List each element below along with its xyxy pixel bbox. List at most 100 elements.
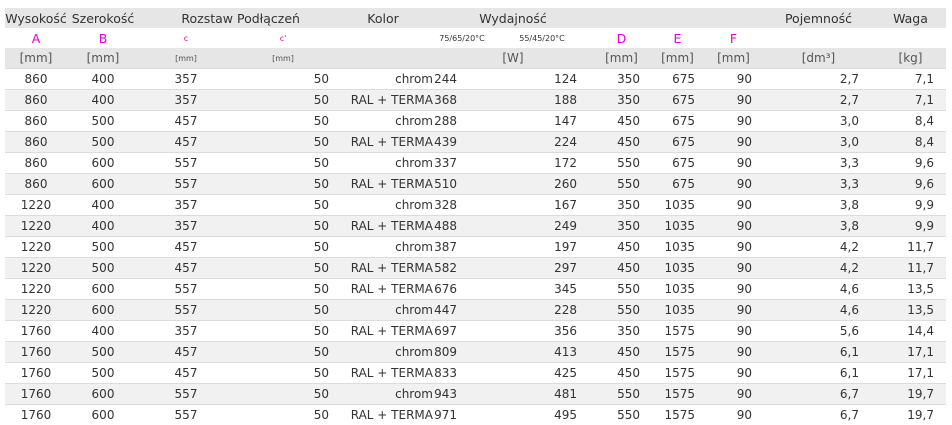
cell-pojemnosc: 3,0 [762,111,875,132]
cell-w-55: 167 [491,195,593,216]
cell-pojemnosc: 3,8 [762,195,875,216]
cell-b: 600 [67,405,139,425]
cell-w-75: 833 [433,363,491,384]
cell-waga: 9,6 [875,174,946,195]
cell-e: 675 [650,174,705,195]
table-row: 86050045750RAL + TERMA439224450675903,08… [5,132,946,153]
cell-waga: 11,7 [875,258,946,279]
header-letter-e: E [650,28,705,48]
cell-waga: 8,4 [875,111,946,132]
cell-a: 1760 [5,321,67,342]
cell-a: 860 [5,174,67,195]
cell-c-prime: 50 [233,321,333,342]
cell-pojemnosc: 3,8 [762,216,875,237]
header-szerokosc: Szerokość [67,8,139,28]
cell-waga: 9,9 [875,195,946,216]
header-row-letters: A B c c' 75/65/20°C 55/45/20°C D E F [5,28,946,48]
cell-e: 1575 [650,321,705,342]
cell-f: 90 [705,195,762,216]
cell-c-prime: 50 [233,279,333,300]
cell-waga: 11,7 [875,237,946,258]
cell-waga: 13,5 [875,300,946,321]
cell-c: 357 [139,195,233,216]
cell-e: 1035 [650,195,705,216]
unit-e: [mm] [650,48,705,69]
table-row: 176040035750RAL + TERMA6973563501575905,… [5,321,946,342]
cell-a: 860 [5,111,67,132]
cell-b: 600 [67,279,139,300]
cell-c: 457 [139,132,233,153]
cell-d: 350 [593,216,650,237]
header-temp-55: 55/45/20°C [491,28,593,48]
cell-e: 1575 [650,342,705,363]
cell-c-prime: 50 [233,216,333,237]
cell-w-75: 244 [433,69,491,90]
cell-e: 1035 [650,216,705,237]
header-letter-c-prime: c' [233,28,333,48]
cell-w-55: 249 [491,216,593,237]
unit-waga: [kg] [875,48,946,69]
unit-pojemnosc: [dm³] [762,48,875,69]
unit-a: [mm] [5,48,67,69]
cell-b: 600 [67,384,139,405]
table-row: 122050045750chrom3871974501035904,211,7 [5,237,946,258]
cell-w-55: 425 [491,363,593,384]
cell-w-55: 356 [491,321,593,342]
cell-a: 1220 [5,258,67,279]
cell-e: 675 [650,90,705,111]
cell-c-prime: 50 [233,405,333,425]
cell-pojemnosc: 5,6 [762,321,875,342]
table-row: 86060055750chrom337172550675903,39,6 [5,153,946,174]
cell-waga: 9,6 [875,153,946,174]
cell-c-prime: 50 [233,174,333,195]
cell-waga: 9,9 [875,216,946,237]
cell-waga: 13,5 [875,279,946,300]
cell-c: 457 [139,363,233,384]
cell-c-prime: 50 [233,237,333,258]
cell-waga: 19,7 [875,405,946,425]
cell-b: 500 [67,258,139,279]
cell-w-75: 288 [433,111,491,132]
cell-kolor: chrom [333,69,433,90]
table-row: 122060055750chrom4472285501035904,613,5 [5,300,946,321]
cell-kolor: RAL + TERMA [333,216,433,237]
cell-pojemnosc: 3,0 [762,132,875,153]
unit-w: [W] [433,48,593,69]
unit-b: [mm] [67,48,139,69]
cell-w-75: 447 [433,300,491,321]
cell-c-prime: 50 [233,132,333,153]
cell-c: 557 [139,279,233,300]
cell-kolor: RAL + TERMA [333,174,433,195]
table-body: 86040035750chrom244124350675902,77,18604… [5,69,946,425]
cell-w-75: 328 [433,195,491,216]
cell-c-prime: 50 [233,90,333,111]
cell-d: 450 [593,258,650,279]
cell-f: 90 [705,258,762,279]
cell-f: 90 [705,216,762,237]
cell-kolor: chrom [333,111,433,132]
cell-c: 457 [139,237,233,258]
cell-f: 90 [705,132,762,153]
header-rozstaw: Rozstaw [139,8,233,28]
cell-e: 1035 [650,258,705,279]
cell-e: 1035 [650,237,705,258]
unit-c-prime: [mm] [233,48,333,69]
cell-f: 90 [705,174,762,195]
cell-d: 350 [593,195,650,216]
table-row: 86040035750RAL + TERMA368188350675902,77… [5,90,946,111]
header-waga: Waga [875,8,946,28]
cell-e: 675 [650,69,705,90]
header-row-units: [mm] [mm] [mm] [mm] [W] [mm] [mm] [mm] [… [5,48,946,69]
cell-c: 457 [139,111,233,132]
cell-f: 90 [705,111,762,132]
table-row: 86060055750RAL + TERMA510260550675903,39… [5,174,946,195]
cell-pojemnosc: 3,3 [762,153,875,174]
cell-d: 550 [593,174,650,195]
unit-c: [mm] [139,48,233,69]
cell-pojemnosc: 6,1 [762,363,875,384]
cell-w-55: 495 [491,405,593,425]
cell-f: 90 [705,237,762,258]
cell-pojemnosc: 6,1 [762,342,875,363]
cell-b: 400 [67,69,139,90]
cell-c: 557 [139,300,233,321]
